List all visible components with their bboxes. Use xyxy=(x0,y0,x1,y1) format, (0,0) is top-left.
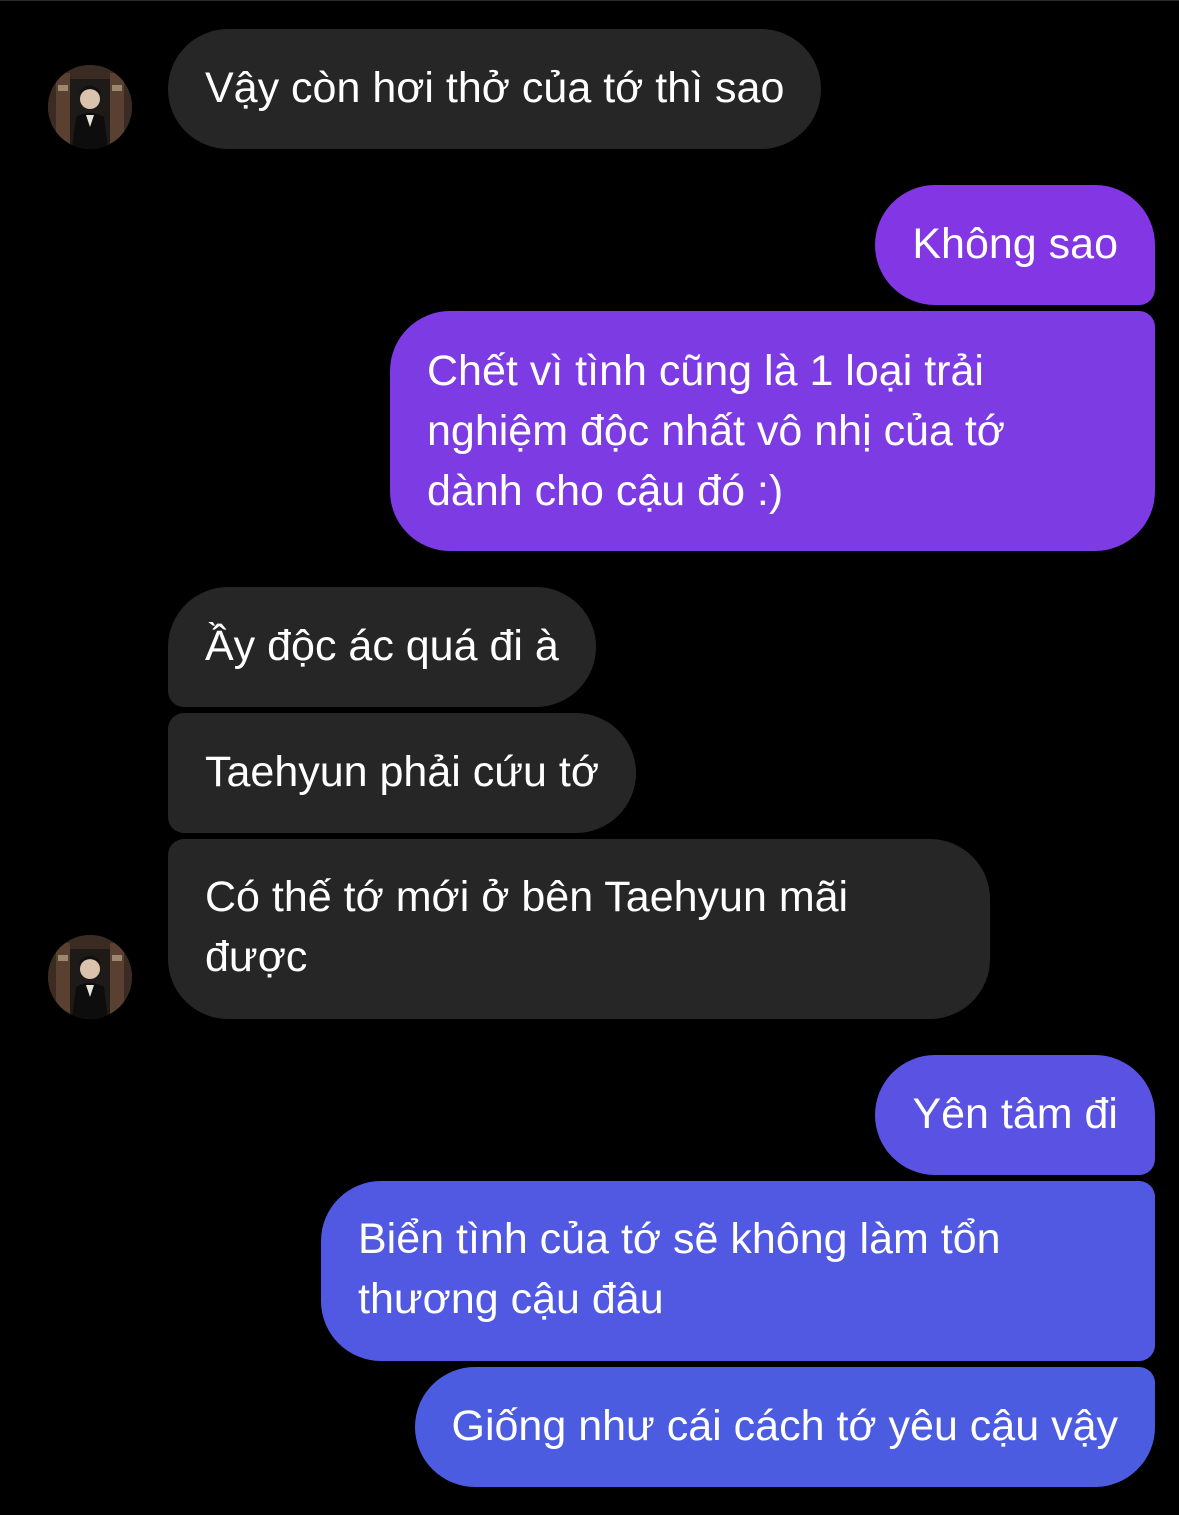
contact-avatar-icon[interactable] xyxy=(48,65,132,149)
message-text-line: Chết vì tình cũng là 1 loại trải xyxy=(427,347,984,395)
message-text-line: được xyxy=(205,933,308,981)
message-text: Taehyun phải cứu tớ xyxy=(205,748,600,796)
contact-avatar-icon[interactable] xyxy=(48,935,132,1019)
message-text-line: nghiệm độc nhất vô nhị của tớ xyxy=(427,407,1006,455)
message-text-line: Biển tình của tớ sẽ không làm tổn xyxy=(358,1215,1001,1263)
outgoing-message[interactable]: Yên tâm đi xyxy=(875,1055,1155,1175)
incoming-message[interactable]: Vậy còn hơi thở của tớ thì sao xyxy=(168,29,822,149)
outgoing-message[interactable]: Không sao xyxy=(875,185,1155,305)
incoming-message[interactable]: Ầy độc ác quá đi à xyxy=(168,587,596,707)
message-text-line: thương cậu đâu xyxy=(358,1275,664,1323)
outgoing-message[interactable]: Giống như cái cách tớ yêu cậu vậy xyxy=(414,1367,1155,1487)
message-text: Vậy còn hơi thở của tớ thì sao xyxy=(205,64,785,112)
message-text: Không sao xyxy=(912,220,1118,268)
top-divider xyxy=(0,0,1179,1)
message-text: Yên tâm đi xyxy=(912,1090,1118,1138)
message-text-line: dành cho cậu đó :) xyxy=(427,467,784,515)
message-text: Ầy độc ác quá đi à xyxy=(205,622,559,670)
message-text: Giống như cái cách tớ yêu cậu vậy xyxy=(451,1402,1119,1450)
outgoing-message[interactable]: Biển tình của tớ sẽ không làm tổn thương… xyxy=(321,1181,1155,1361)
incoming-message[interactable]: Taehyun phải cứu tớ xyxy=(168,713,637,833)
outgoing-message[interactable]: Chết vì tình cũng là 1 loại trải nghiệm … xyxy=(390,311,1155,551)
message-text-line: Có thế tớ mới ở bên Taehyun mãi xyxy=(205,873,849,921)
incoming-message[interactable]: Có thế tớ mới ở bên Taehyun mãi được xyxy=(168,839,990,1019)
